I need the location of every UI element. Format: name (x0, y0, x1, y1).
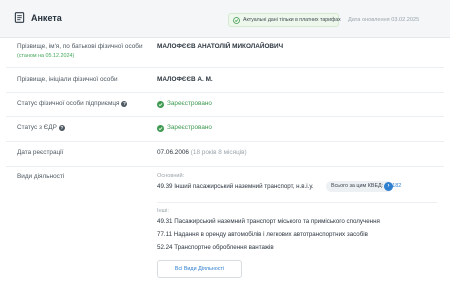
reg-date-label: Дата реєстрації (17, 149, 64, 156)
main-activity-value: 49.39 Інший пасажирський наземний трансп… (157, 183, 314, 190)
edr-status-label-text: Статус з ЄДР (17, 124, 57, 131)
row-divider (6, 92, 444, 93)
activities-separator (157, 202, 437, 203)
edr-status-text: Зареєстровано (167, 124, 212, 131)
other-activity-item: 52.24 Транспортне оброблення вантажів (157, 244, 274, 251)
paid-data-notice[interactable]: Актуальні дані тільки в платних тарифах (228, 13, 341, 27)
other-activities-label: Інші: (157, 208, 169, 214)
check-circle-icon (157, 101, 164, 108)
reg-date-duration: (18 років 8 місяців) (190, 149, 247, 156)
fop-status-text: Зареєстровано (167, 100, 212, 107)
card-header: Анкета Актуальні дані тільки в платних т… (0, 0, 450, 38)
short-name-value: МАЛОФЄЄВ А. М. (157, 76, 213, 83)
notice-text: Актуальні дані тільки в платних тарифах (243, 17, 341, 23)
kved-total-badge[interactable]: Всього за цим КВЕД: 10 182 (326, 181, 401, 192)
reg-date-text: 07.06.2006 (157, 149, 189, 156)
full-name-label: Прізвище, ім'я, по батькові фізичної осо… (17, 43, 143, 50)
question-icon[interactable]: ? (58, 125, 65, 131)
row-divider (6, 141, 444, 142)
full-name-date-note: (станом на 05.12.2024) (17, 53, 75, 59)
card-title: Анкета (31, 13, 62, 23)
edr-status-label: Статус з ЄДР? (17, 124, 65, 132)
fop-status-label-text: Статус фізичної особи підприємця (17, 100, 120, 107)
other-activity-item: 77.11 Надання в оренду автомобілів і лег… (157, 231, 368, 238)
question-icon[interactable]: ? (121, 101, 128, 107)
edr-status-value: Зареєстровано (157, 124, 212, 132)
row-divider (6, 116, 444, 117)
all-activities-button[interactable]: Всі Види Діяльності (157, 260, 242, 278)
full-name-value: МАЛОФЄЄВ АНАТОЛІЙ МИКОЛАЙОВИЧ (157, 43, 284, 50)
fop-status-value: Зареєстровано (157, 100, 212, 108)
row-divider (6, 67, 444, 68)
update-date: Дата оновлення 03.02.2025 (348, 17, 420, 23)
row-divider (6, 166, 444, 167)
document-icon (14, 12, 25, 23)
kved-total-label: Всього за цим КВЕД: (331, 183, 384, 189)
check-circle-icon (233, 17, 240, 24)
reg-date-value: 07.06.2006 (18 років 8 місяців) (157, 149, 247, 157)
main-activity-label: Основний: (157, 173, 185, 179)
other-activity-item: 49.31 Пасажирський наземний транспорт мі… (157, 218, 380, 225)
short-name-label: Прізвище, ініціали фізичної особи (17, 76, 118, 83)
activities-label: Види діяльності (17, 173, 65, 180)
check-circle-icon (157, 125, 164, 132)
chevron-right-icon[interactable]: › (384, 182, 393, 191)
fop-status-label: Статус фізичної особи підприємця? (17, 100, 128, 108)
